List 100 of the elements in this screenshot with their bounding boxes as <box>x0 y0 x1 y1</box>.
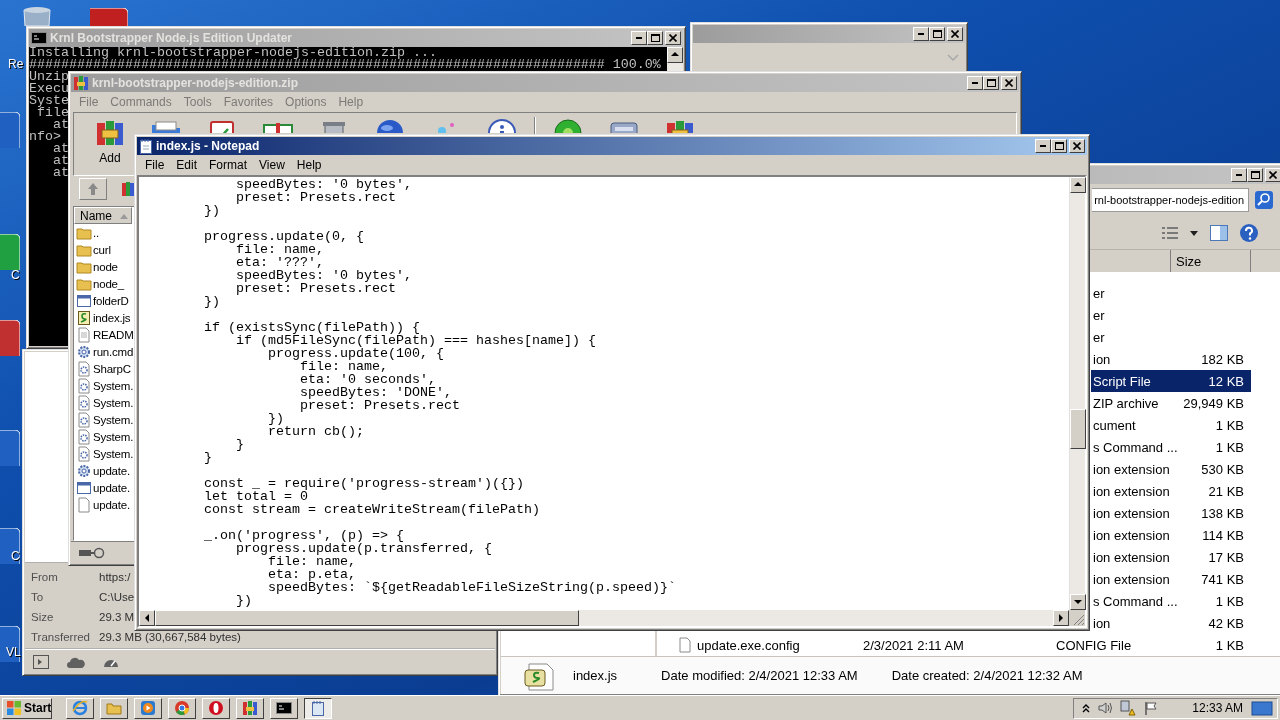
code-line: speedBytes: '0 bytes', <box>234 269 412 282</box>
code-line: }) <box>203 204 220 217</box>
code-line: } <box>203 451 212 464</box>
file-row[interactable]: update.exe.config 2/3/2021 2:11 AM CONFIG File 1 KB <box>657 634 1280 656</box>
code-line: eta: '???', <box>234 256 324 269</box>
file-name: index.js <box>573 668 618 683</box>
file-row[interactable]: ion 182 KB <box>1091 348 1251 370</box>
code-line: const stream = createWriteStream(filePath) <box>203 503 540 516</box>
start-button[interactable]: Start <box>2 697 52 719</box>
column-header[interactable]: Size <box>1171 250 1251 272</box>
file-row[interactable]: s Command ... 1 KB <box>1091 436 1251 458</box>
code-line: }) <box>203 295 220 308</box>
file-type: ion extension <box>1093 483 1170 499</box>
file-size: 741 KB <box>1201 571 1244 587</box>
console-line: at <box>53 119 69 131</box>
archive-entry[interactable]: update. <box>74 479 130 496</box>
archive-entry[interactable]: run.cmd <box>74 343 134 360</box>
code-line: preset: Presets.rect <box>234 282 396 295</box>
field-label: Transferred <box>31 631 91 643</box>
file-type: ion extension <box>1093 571 1170 587</box>
file-row[interactable]: ion extension 741 KB <box>1091 568 1251 590</box>
field-value: 29.3 MB (30,667,584 bytes) <box>99 631 241 643</box>
file-type: ion <box>1093 615 1111 631</box>
file-size: 29,949 KB <box>1183 395 1244 411</box>
file-size: 42 KB <box>1208 615 1244 631</box>
archive-entry[interactable]: System. <box>74 445 134 462</box>
menu-item[interactable]: Help <box>290 158 328 172</box>
window-title: Krnl Bootstrapper Node.js Edition Updater <box>50 31 293 45</box>
file-row[interactable]: er <box>1091 326 1251 348</box>
file-type: ion extension <box>1093 505 1170 521</box>
console-line: at <box>52 167 69 179</box>
icon-label: C <box>11 268 20 282</box>
code-line: eta: p.eta, <box>266 568 356 581</box>
console-line: ######################################################################## 100.0% <box>29 59 661 71</box>
field-value: 29.3 M <box>99 611 135 623</box>
code-line: progress.update(100, { <box>267 347 444 360</box>
archive-entry[interactable]: node_ <box>74 275 124 292</box>
file-size: 530 KB <box>1201 461 1244 477</box>
archive-entry[interactable]: update. <box>74 496 130 513</box>
code-line: _.on('progress', (p) => { <box>203 529 404 542</box>
console-line: nfo> <box>29 131 61 143</box>
address-field[interactable]: rnl-bootstrapper-nodejs-edition <box>1092 188 1249 212</box>
code-line: progress.update(p.transferred, { <box>235 542 492 555</box>
file-row[interactable]: cument 1 KB <box>1091 414 1251 436</box>
file-row[interactable]: ion extension 21 KB <box>1091 480 1251 502</box>
archive-entry[interactable]: System. <box>74 377 134 394</box>
menu-item[interactable]: View <box>253 158 291 172</box>
window-title: index.js - Notepad <box>156 139 261 153</box>
code-line: speedBytes: 'DONE', <box>298 386 452 399</box>
archive-entry[interactable]: folderD <box>74 292 129 309</box>
code-line: file: name, <box>299 360 388 373</box>
menu-item[interactable]: Edit <box>170 158 204 172</box>
menu-item[interactable]: File <box>139 158 171 172</box>
console-line: Unzip <box>29 71 69 83</box>
field-label: From <box>31 571 59 583</box>
file-row[interactable]: er <box>1091 304 1251 326</box>
file-row[interactable]: ion extension 17 KB <box>1091 546 1251 568</box>
console-line: at <box>52 155 69 167</box>
file-row[interactable]: Script File 12 KB <box>1091 370 1251 392</box>
code-line: file: name, <box>267 555 356 568</box>
archive-entry[interactable]: curl <box>74 241 111 258</box>
file-size: 138 KB <box>1201 505 1244 521</box>
file-row[interactable]: ion 42 KB <box>1091 612 1251 634</box>
file-row[interactable]: ZIP archive 29,949 KB <box>1091 392 1251 414</box>
file-type: cument <box>1093 417 1136 433</box>
file-type: Script File <box>1093 373 1151 389</box>
file-row[interactable]: ion extension 114 KB <box>1091 524 1251 546</box>
console-line: file <box>37 107 69 119</box>
date-modified: Date modified: 2/4/2021 12:33 AM <box>661 668 858 683</box>
archive-entry[interactable]: READM <box>74 326 134 343</box>
archive-entry[interactable]: update. <box>74 462 130 479</box>
archive-entry[interactable]: node <box>74 258 118 275</box>
file-type: ion extension <box>1093 549 1170 565</box>
menu-item[interactable]: Format <box>203 158 254 172</box>
archive-entry[interactable]: SharpC <box>74 360 131 377</box>
file-size: 114 KB <box>1202 527 1244 543</box>
file-size: 1 KB <box>1215 439 1244 455</box>
window-title: krnl-bootstrapper-nodejs-edition.zip <box>92 76 299 90</box>
file-row[interactable]: s Command ... 1 KB <box>1091 590 1251 612</box>
file-row[interactable]: er <box>1091 282 1251 304</box>
field-value: C:\Use <box>99 591 135 603</box>
file-type: er <box>1093 307 1105 323</box>
file-size: 1 KB <box>1215 637 1244 653</box>
file-row[interactable]: ion extension 530 KB <box>1091 458 1251 480</box>
column-header[interactable]: Name <box>74 207 132 224</box>
archive-entry[interactable]: System. <box>74 411 134 428</box>
archive-entry[interactable]: System. <box>74 428 134 445</box>
file-type: ion extension <box>1093 461 1170 477</box>
archive-entry[interactable]: .. <box>74 224 99 241</box>
column-title: Name <box>80 208 112 223</box>
file-type: s Command ... <box>1093 593 1178 609</box>
field-value: https:/ <box>99 571 131 583</box>
archive-entry[interactable]: index.js <box>74 309 131 326</box>
code-line: }) <box>234 594 252 607</box>
file-row[interactable]: ion extension 138 KB <box>1091 502 1251 524</box>
code-line: speedBytes: `${getReadableFileSizeString(p.speed)}` <box>266 581 676 594</box>
archive-entry[interactable]: System. <box>74 394 134 411</box>
code-line: let total = 0 <box>203 490 308 503</box>
console-line: at <box>52 143 69 155</box>
file-size: 17 KB <box>1208 549 1244 565</box>
